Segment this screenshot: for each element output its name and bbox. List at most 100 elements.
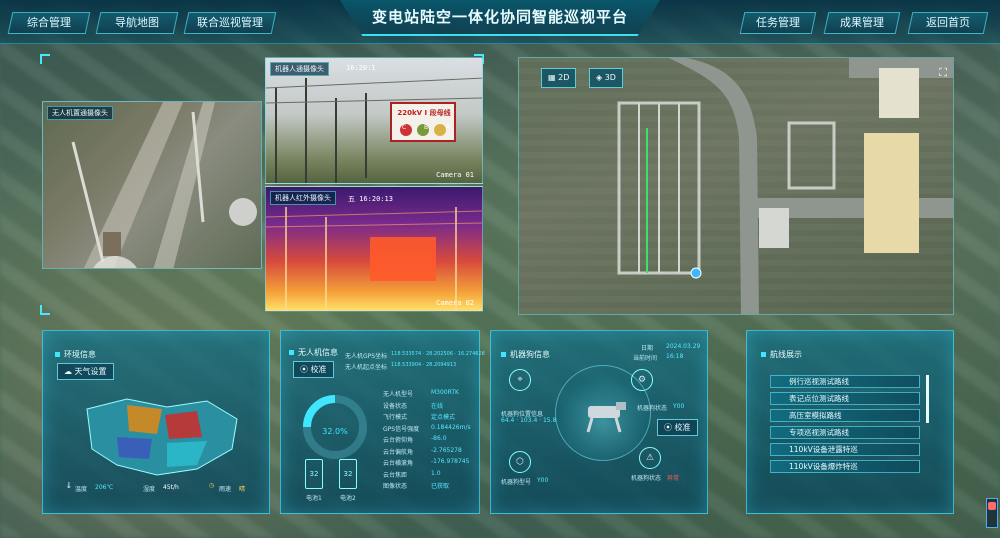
frame-corner [40, 305, 50, 315]
uav-origin-value: 118.533904 · 28.2094913 [391, 362, 457, 368]
uav-camera-view[interactable]: 无人机置通摄像头 [42, 101, 262, 269]
nav-task-management[interactable]: 任务管理 [739, 12, 817, 34]
uav-field-value: -86.0 [431, 435, 447, 442]
battery-2-icon: 32 [339, 459, 357, 489]
robot-title: 机器狗信息 [501, 349, 550, 360]
robot-visible-camera-view[interactable]: 220kV I 段母线 C B A 机器人通摄像头 16:20:1 Camera… [265, 57, 483, 184]
robot-infrared-camera-view[interactable]: 机器人红外摄像头 五 16:20:13 Camera 02 [265, 186, 483, 312]
uav-field-value: 已获取 [431, 483, 450, 490]
nav-return-home[interactable]: 返回首页 [907, 12, 989, 34]
uav-field-value: -176.978745 [431, 458, 470, 465]
weather-settings-label: 天气设置 [74, 367, 107, 376]
nav-label: 任务管理 [756, 16, 800, 29]
uav-percent-value: 32.0% [322, 427, 348, 436]
nav-label: 导航地图 [115, 16, 159, 29]
map-view-3d-button[interactable]: ◈ 3D [589, 68, 623, 88]
side-toolbar[interactable] [986, 498, 998, 528]
uav-camera-label: 无人机置通摄像头 [47, 106, 113, 120]
region-map-graphic [86, 398, 238, 476]
map-graphic [617, 58, 953, 314]
nav-joint-inspection[interactable]: 联合巡视管理 [183, 12, 277, 34]
routes-panel: 航线展示 [746, 330, 954, 514]
environment-panel: 环境信息 ☁ 天气设置 🌡 温度 206℃ 湿度 45t/h ◷ 雨速 晴 [42, 330, 270, 514]
robot-model-label: 机器狗型号 [501, 479, 532, 486]
model-icon: ⬡ [509, 451, 531, 473]
map-3d-icon: ◈ [596, 73, 605, 82]
humidity-value: 45t/h [163, 484, 179, 491]
clock-icon: ◷ [209, 482, 215, 489]
date-label: 日期 [641, 345, 654, 352]
nav-comprehensive-management[interactable]: 综合管理 [7, 12, 91, 34]
sign-phases: C B A [402, 124, 450, 131]
camera-id: Camera 02 [436, 299, 474, 307]
uav-title: 无人机信息 [289, 347, 338, 358]
environment-title: 环境信息 [55, 349, 96, 360]
humidity-label: 湿度 [143, 486, 156, 493]
robot-calibrate-label: 校准 [674, 423, 691, 432]
map-2d-icon: ▦ [548, 73, 559, 82]
uav-field-value: -2.765278 [431, 446, 462, 454]
robot-calibrate-button[interactable]: ⦿ 校准 [657, 419, 698, 436]
battery-2-label: 电池2 [340, 495, 356, 502]
camera-timestamp: 五 16:20:13 [348, 195, 393, 203]
temperature-label: 温度 [75, 486, 88, 493]
weather-settings-button[interactable]: ☁ 天气设置 [57, 363, 114, 380]
route-item[interactable]: 专项巡视测试路线 [770, 426, 920, 439]
routes-title: 航线展示 [761, 349, 802, 360]
uav-field-label: 云台俯仰角 [383, 437, 414, 444]
nav-label: 返回首页 [926, 16, 970, 29]
nav-results-management[interactable]: 成果管理 [823, 12, 901, 34]
time-label: 当前时间 [633, 355, 658, 362]
position-icon: ⌖ [509, 369, 531, 391]
date-value: 2024.03.29 [666, 343, 701, 350]
camera-timestamp: 16:20:1 [346, 64, 376, 72]
calibrate-icon: ⦿ [664, 423, 675, 432]
uav-field-value: 在线 [431, 402, 444, 410]
temperature-value: 206℃ [95, 484, 114, 491]
uav-field-label: 飞行模式 [383, 414, 408, 421]
uav-field-label: 无人机型号 [383, 391, 414, 398]
battery-1-label: 电池1 [306, 495, 322, 502]
uav-calibrate-label: 校准 [310, 365, 327, 374]
top-header: 综合管理 导航地图 联合巡视管理 变电站陆空一体化协同智能巡视平台 任务管理 成… [0, 0, 1000, 44]
rain-label: 雨速 [219, 486, 232, 493]
uav-scene-graphic [71, 102, 257, 268]
rain-value: 晴 [239, 486, 246, 493]
map-view-2d-button[interactable]: ▦ 2D [541, 68, 577, 88]
robot-dog-info-panel: 机器狗信息 日期 2024.03.29 当前时间 16:18 ⌖ ⚙ 机器狗位置… [490, 330, 708, 514]
route-item[interactable]: 例行巡视测试路线 [770, 375, 920, 388]
uav-field-label: 图像状态 [383, 483, 408, 490]
route-item[interactable]: 高压室模拟路线 [770, 409, 920, 422]
phase-a: A [445, 124, 450, 131]
uav-calibrate-button[interactable]: ⦿ 校准 [293, 361, 334, 378]
uav-info-panel: 无人机信息 ⦿ 校准 无人机GPS坐标 118.533574 · 28.2025… [280, 330, 485, 514]
uav-gps-label: 无人机GPS坐标 [345, 353, 388, 360]
nav-navigation-map[interactable]: 导航地图 [95, 12, 179, 34]
uav-field-label: 云台横滚角 [383, 460, 414, 467]
camera-id: Camera 01 [436, 171, 474, 179]
nav-label: 成果管理 [840, 16, 884, 29]
calibrate-icon: ⦿ [300, 365, 311, 374]
robot-position-value: 64.4 · 103.4 · 15.8 [501, 417, 557, 424]
nav-label: 联合巡视管理 [197, 16, 263, 29]
uav-field-value: M300RTK [431, 389, 459, 396]
routes-scrollbar[interactable] [926, 375, 929, 423]
frame-corner [40, 54, 50, 64]
time-value: 16:18 [666, 353, 684, 360]
page-title: 变电站陆空一体化协同智能巡视平台 [340, 0, 660, 36]
route-item[interactable]: 110kV设备爆炸特巡 [770, 460, 920, 473]
robot-status-label-top: 机器狗状态 [637, 405, 668, 412]
map-3d-label: 3D [604, 73, 616, 82]
robot-status-value-top: Y00 [673, 403, 685, 410]
uav-origin-label: 无人机起点坐标 [345, 364, 388, 371]
uav-field-value: 定点模式 [431, 414, 456, 421]
battery-1-icon: 32 [305, 459, 323, 489]
uav-field-label: 云台偏航角 [383, 448, 414, 456]
route-item[interactable]: 110kV设备泄露特巡 [770, 443, 920, 456]
uav-field-label: GPS信号强度 [383, 425, 420, 433]
substation-map[interactable]: ▦ 2D ◈ 3D ⛶ [518, 57, 954, 315]
fullscreen-icon[interactable]: ⛶ [939, 66, 947, 80]
robot-infrared-camera-label: 机器人红外摄像头 [270, 191, 336, 205]
route-item[interactable]: 表记点位测试路线 [770, 392, 920, 405]
nav-label: 综合管理 [27, 16, 71, 29]
